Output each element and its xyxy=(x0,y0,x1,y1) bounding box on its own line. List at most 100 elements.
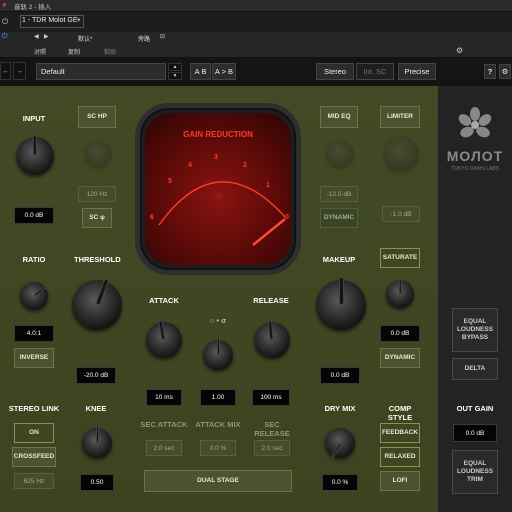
brand-sub: TOKYO DAWN LABS xyxy=(450,166,500,172)
knee-knob[interactable] xyxy=(82,426,112,458)
saturate-value[interactable]: 0.0 dB xyxy=(380,325,420,342)
molot-logo-icon xyxy=(455,106,495,142)
out-gain-value[interactable]: 0.0 dB xyxy=(453,424,497,442)
makeup-knob[interactable] xyxy=(316,277,366,330)
dry-mix-value[interactable]: 0.0 % xyxy=(322,474,358,491)
limiter-knob[interactable] xyxy=(383,136,419,172)
brand-name: МОЛОТ xyxy=(446,148,504,164)
host-preset-select[interactable]: 默认* xyxy=(78,34,92,43)
threshold-knob[interactable] xyxy=(72,278,122,330)
prev-icon[interactable]: ◀ xyxy=(34,33,39,40)
mid-eq-button[interactable]: MID EQ xyxy=(320,106,358,128)
sec-attack-value[interactable]: 2.0 sec xyxy=(146,440,182,456)
saturate-knob[interactable] xyxy=(386,278,414,308)
mid-eq-knob[interactable] xyxy=(326,140,354,168)
sc-phase-button[interactable]: SC φ xyxy=(82,208,112,228)
host-paste[interactable]: 粘贴 xyxy=(104,47,116,56)
dry-mix-knob[interactable] xyxy=(325,428,355,459)
settings-gear-icon[interactable]: ⚙ xyxy=(499,64,511,79)
attack-knob[interactable] xyxy=(146,320,182,358)
plugin-slot-field[interactable] xyxy=(20,15,84,28)
redo-icon[interactable]: → xyxy=(13,62,26,80)
limiter-value[interactable]: -1.0 dB xyxy=(382,206,420,222)
help-button[interactable]: ? xyxy=(484,64,496,79)
ratio-knob[interactable] xyxy=(20,282,48,310)
dual-stage-button[interactable]: DUAL STAGE xyxy=(144,470,292,492)
attack-value[interactable]: 10 ms xyxy=(146,389,182,406)
close-icon[interactable]: ● xyxy=(2,1,10,9)
mid-eq-dynamic-button[interactable]: DYNAMIC xyxy=(320,208,358,228)
sc-hp-freq[interactable]: 120 Hz xyxy=(78,186,116,202)
undo-icon[interactable]: ← xyxy=(0,62,11,80)
stereo-button[interactable]: Stereo xyxy=(316,63,354,80)
input-label: INPUT xyxy=(22,114,46,123)
meter-tick-3: 3 xyxy=(214,154,218,161)
feedback-button[interactable]: FEEDBACK xyxy=(380,423,420,443)
delta-button[interactable]: DELTA xyxy=(452,358,498,380)
gain-reduction-meter: GAIN REDUCTION 6 5 4 3 2 1 0 dB xyxy=(135,103,301,275)
a-to-b-button[interactable]: A > B xyxy=(212,63,236,80)
preset-field[interactable]: Default xyxy=(36,63,166,80)
power-icon[interactable]: ⏻ xyxy=(2,17,8,27)
knee-label: KNEE xyxy=(85,404,107,413)
attack-mix-top-knob[interactable] xyxy=(203,338,233,370)
attack-mix-top-value[interactable]: 1.00 xyxy=(200,389,236,406)
crossfeed-button[interactable]: CROSSFEED xyxy=(12,447,56,467)
host-bypass[interactable]: 旁路 xyxy=(138,34,150,43)
meter-unit: dB xyxy=(215,194,223,200)
preset-down-icon[interactable]: ▼ xyxy=(168,72,182,80)
ratio-label: RATIO xyxy=(22,255,46,264)
lofi-button[interactable]: LOFI xyxy=(380,471,420,491)
dry-mix-label: DRY MIX xyxy=(324,404,356,413)
int-sc-button[interactable]: Int. SC xyxy=(356,63,394,80)
brand-sidebar: МОЛОТ TOKYO DAWN LABS EQUAL LOUDNESS BYP… xyxy=(438,86,512,512)
sc-hp-knob[interactable] xyxy=(84,140,112,168)
host-compare[interactable]: 对照 xyxy=(34,47,46,56)
precise-button[interactable]: Precise xyxy=(398,63,436,80)
saturate-knob-indicator xyxy=(398,278,402,294)
makeup-value[interactable]: 0.0 dB xyxy=(320,367,360,384)
comp-style-label: COMP STYLE xyxy=(387,404,413,422)
out-gain-label: OUT GAIN xyxy=(456,404,494,413)
attack-mix-value[interactable]: 0.0 % xyxy=(200,440,236,456)
preset-up-icon[interactable]: ▲ xyxy=(168,63,182,71)
ab-button[interactable]: A B xyxy=(190,63,211,80)
meter-tick-2: 2 xyxy=(243,162,247,169)
threshold-knob-indicator xyxy=(94,278,109,306)
attack-knob-indicator xyxy=(158,320,166,341)
ratio-value[interactable]: 4.0:1 xyxy=(14,325,54,342)
knee-value[interactable]: 0.50 xyxy=(80,474,114,491)
gear-icon[interactable]: ⚙ xyxy=(456,46,463,55)
power-on-icon[interactable]: ⏻ xyxy=(2,33,8,41)
host-preset-row: ⏻ ◀ ▶ 默认* 旁路 ⊟ xyxy=(0,32,512,44)
threshold-label: THRESHOLD xyxy=(74,255,121,264)
threshold-value[interactable]: -20.0 dB xyxy=(76,367,116,384)
input-knob[interactable] xyxy=(16,135,54,175)
equal-loudness-trim-button[interactable]: EQUAL LOUDNESS TRIM xyxy=(452,450,498,494)
host-titlebar: ● 音轨 2 - 插入 xyxy=(0,0,512,12)
saturate-button[interactable]: SATURATE xyxy=(380,248,420,268)
sigma-toggle[interactable]: ○ • σ xyxy=(200,316,236,325)
meter-tick-4: 4 xyxy=(188,162,192,169)
sec-attack-label: SEC ATTACK xyxy=(140,420,188,429)
meter-arc xyxy=(158,181,286,246)
sc-hp-button[interactable]: SC HP xyxy=(78,106,116,128)
meter-tick-1: 1 xyxy=(266,182,270,189)
attack-mix-top-indicator xyxy=(216,338,220,355)
release-value[interactable]: 100 ms xyxy=(252,389,290,406)
sec-release-value[interactable]: 2.0 sec xyxy=(254,440,290,456)
next-icon[interactable]: ▶ xyxy=(44,33,49,40)
release-knob[interactable] xyxy=(254,320,290,358)
stereo-link-on-button[interactable]: ON xyxy=(14,423,54,443)
inverse-button[interactable]: INVERSE xyxy=(14,348,54,368)
host-copy[interactable]: 复制 xyxy=(68,47,80,56)
equal-loudness-bypass-button[interactable]: EQUAL LOUDNESS BYPASS xyxy=(452,308,498,352)
pin-icon[interactable]: ⊟ xyxy=(160,33,165,40)
attack-label: ATTACK xyxy=(149,296,179,305)
input-value[interactable]: 0.0 dB xyxy=(14,207,54,224)
dynamic-button[interactable]: DYNAMIC xyxy=(380,348,420,368)
crossfeed-freq[interactable]: 625 Hz xyxy=(14,473,54,489)
relaxed-button[interactable]: RELAXED xyxy=(380,447,420,467)
mid-eq-gain[interactable]: -12.0 dB xyxy=(320,186,358,202)
limiter-button[interactable]: LIMITER xyxy=(380,106,420,128)
